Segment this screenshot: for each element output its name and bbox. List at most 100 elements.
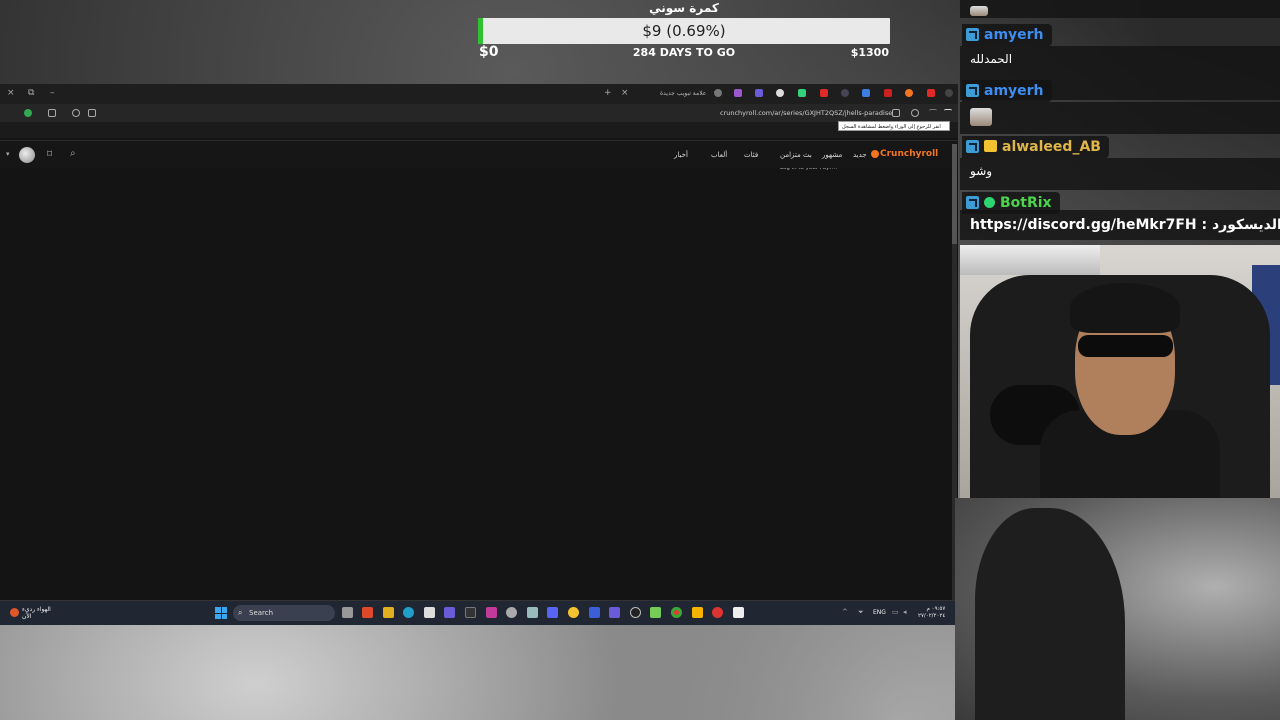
avatar[interactable] bbox=[19, 147, 35, 163]
tab-list-chevron-icon[interactable] bbox=[945, 89, 953, 97]
file-explorer-icon[interactable] bbox=[692, 607, 703, 618]
window-restore-icon[interactable]: ⧉ bbox=[28, 88, 34, 98]
search-icon: ⌕ bbox=[238, 608, 243, 617]
crunchyroll-logo-icon bbox=[871, 150, 879, 158]
prime-badge-icon bbox=[966, 84, 979, 97]
tab-favicon[interactable] bbox=[714, 89, 722, 97]
extensions-icon[interactable] bbox=[48, 109, 56, 117]
nav-simulcast[interactable]: بث متزامن bbox=[780, 151, 812, 159]
notepad-icon[interactable] bbox=[733, 607, 744, 618]
chrome-icon[interactable] bbox=[671, 607, 682, 618]
share-icon[interactable] bbox=[88, 109, 96, 117]
store-icon[interactable] bbox=[424, 607, 435, 618]
youtube-icon[interactable] bbox=[820, 89, 828, 97]
goal-amount: $9 (0.69%) bbox=[642, 22, 726, 40]
weather-time: الآن bbox=[22, 613, 32, 620]
profile-icon[interactable] bbox=[24, 109, 32, 117]
prime-badge-icon bbox=[966, 28, 979, 41]
captured-desktop: × ⧉ – + × علامة تبويب جديدة crunchyroll.… bbox=[0, 84, 958, 625]
start-button[interactable] bbox=[215, 607, 227, 619]
reload-icon[interactable] bbox=[911, 109, 919, 117]
prime-badge-icon bbox=[966, 140, 979, 153]
twitch-icon[interactable] bbox=[609, 607, 620, 618]
bookmark-star-icon[interactable] bbox=[72, 109, 80, 117]
scrollbar-thumb[interactable] bbox=[952, 144, 957, 244]
back-icon[interactable] bbox=[944, 109, 952, 117]
tray-chevron-icon[interactable]: ^ bbox=[842, 608, 848, 616]
app-icon[interactable] bbox=[506, 607, 517, 618]
app-icon[interactable] bbox=[589, 607, 600, 618]
site-settings-icon[interactable] bbox=[892, 109, 900, 117]
language-indicator[interactable]: ENG bbox=[873, 609, 886, 616]
clock[interactable]: ٠٩:٥٧ م ٢٧/٠٢/٢٠٢٤ bbox=[918, 606, 945, 620]
tab-favicon[interactable] bbox=[884, 89, 892, 97]
search-placeholder: Search bbox=[249, 609, 274, 617]
app-icon[interactable] bbox=[568, 607, 579, 618]
nav-new[interactable]: جديد bbox=[853, 151, 867, 159]
task-view-icon[interactable] bbox=[342, 607, 353, 618]
subscriber-crown-icon bbox=[984, 140, 997, 152]
app-icon[interactable] bbox=[486, 607, 497, 618]
tiktok-icon[interactable] bbox=[465, 607, 476, 618]
search-icon[interactable]: ⌕ bbox=[70, 148, 76, 159]
window-close-icon[interactable]: × bbox=[7, 88, 15, 98]
back-tooltip: انقر للرجوع إلى الوراء واضغط لمشاهدة الس… bbox=[838, 121, 950, 131]
obs-icon[interactable] bbox=[630, 607, 641, 618]
app-icon[interactable] bbox=[712, 607, 723, 618]
tab-favicon[interactable] bbox=[798, 89, 806, 97]
browser-tab-bar: × ⧉ – + × علامة تبويب جديدة bbox=[0, 84, 958, 104]
forward-icon[interactable] bbox=[929, 109, 937, 117]
weather-status: الهواء رديء bbox=[22, 606, 51, 613]
copilot-icon[interactable] bbox=[444, 607, 455, 618]
window-minimize-icon[interactable]: – bbox=[50, 88, 55, 98]
emote-image bbox=[970, 108, 992, 126]
new-tab-icon[interactable]: + bbox=[604, 88, 612, 98]
stream-overlay: { "goal": { "title": "كمرة سوني", "amoun… bbox=[0, 0, 1280, 720]
nav-games[interactable]: ألعاب bbox=[711, 151, 727, 159]
app-icon[interactable] bbox=[650, 607, 661, 618]
clock-date: ٢٧/٠٢/٢٠٢٤ bbox=[918, 613, 946, 619]
goal-days-left: 284 DAYS TO GO bbox=[632, 46, 736, 59]
verified-badge-icon bbox=[984, 197, 995, 208]
discord-icon[interactable] bbox=[547, 607, 558, 618]
goal-progress-bar: $9 (0.69%) bbox=[478, 18, 890, 44]
goal-max: $1300 bbox=[850, 46, 889, 59]
rockstar-icon[interactable] bbox=[383, 607, 394, 618]
clock-time: ٠٩:٥٧ م bbox=[926, 606, 946, 612]
tab-favicon[interactable] bbox=[862, 89, 870, 97]
tab-favicon[interactable] bbox=[734, 89, 742, 97]
edge-icon[interactable] bbox=[403, 607, 414, 618]
chat-username: amyerh bbox=[962, 24, 1052, 46]
volume-icon[interactable]: ◂ bbox=[903, 608, 907, 616]
mic-icon[interactable]: ⏷ bbox=[858, 608, 864, 617]
nav-news[interactable]: أخبار bbox=[674, 151, 688, 159]
brave-icon[interactable] bbox=[362, 607, 373, 618]
donation-goal-widget: كمرة سوني $9 (0.69%) $0 284 DAYS TO GO $… bbox=[478, 0, 890, 64]
tab-favicon[interactable] bbox=[755, 89, 763, 97]
nav-popular[interactable]: مشهور bbox=[822, 151, 842, 159]
webcam-feed bbox=[960, 245, 1280, 498]
chat-message bbox=[960, 0, 1280, 20]
nav-categories[interactable]: فئات bbox=[744, 151, 758, 159]
taskbar-search[interactable]: ⌕ Search bbox=[233, 605, 335, 621]
bookmarks-bar: Log in to your PayP... bbox=[0, 122, 958, 171]
crunchyroll-logo-text: Crunchyroll bbox=[880, 149, 939, 159]
goal-title: كمرة سوني bbox=[649, 1, 719, 15]
crunchyroll-tab-icon[interactable] bbox=[905, 89, 913, 97]
tab-favicon[interactable] bbox=[841, 89, 849, 97]
chevron-down-icon[interactable]: ▾ bbox=[6, 150, 10, 158]
crunchyroll-logo[interactable]: Crunchyroll bbox=[871, 149, 939, 159]
url-input[interactable]: crunchyroll.com/ar/series/GXJHT2QSZ/jhel… bbox=[720, 109, 892, 117]
system-tray: ^ ⏷ ENG ▭ ◂ ٠٩:٥٧ م ٢٧/٠٢/٢٠٢٤ bbox=[840, 601, 958, 626]
app-icon[interactable] bbox=[527, 607, 538, 618]
youtube-icon[interactable] bbox=[927, 89, 935, 97]
network-icon[interactable]: ▭ bbox=[892, 608, 899, 616]
chat-text: وشو bbox=[960, 158, 1280, 190]
eye-icon[interactable] bbox=[776, 89, 784, 97]
emote-image bbox=[970, 6, 988, 16]
close-tab-icon[interactable]: × bbox=[621, 88, 629, 98]
crunchyroll-header: ▾ ⌑ ⌕ أخبار ألعاب فئات بث متزامن مشهور ج… bbox=[0, 140, 958, 168]
bookmark-icon[interactable]: ⌑ bbox=[47, 149, 52, 160]
chat-username: alwaleed_AB bbox=[962, 136, 1109, 158]
weather-icon bbox=[10, 608, 19, 617]
